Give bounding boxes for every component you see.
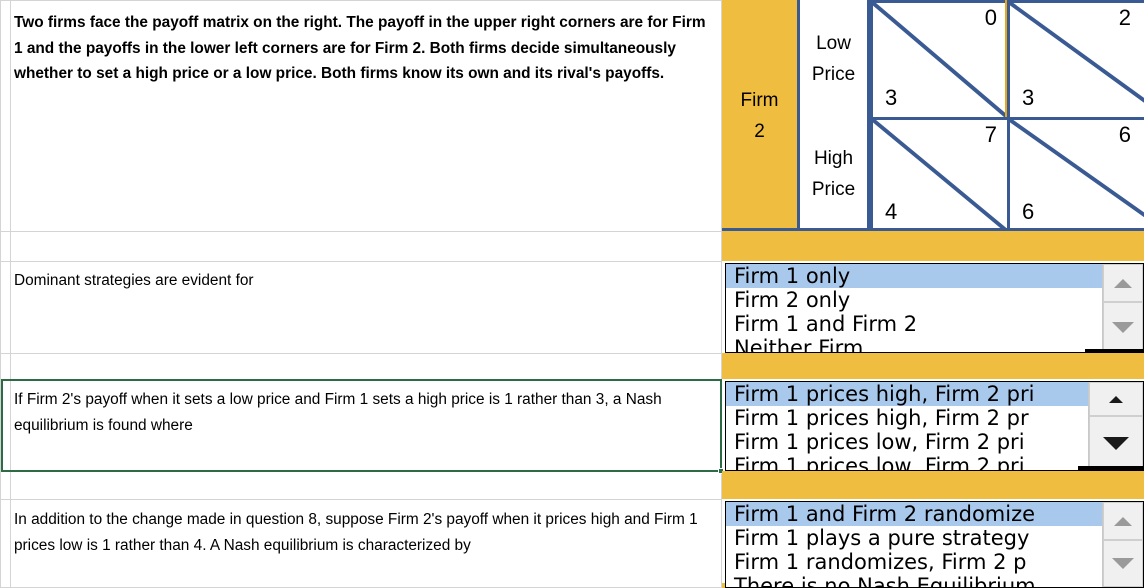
list-item[interactable]: Firm 1 prices low, Firm 2 pri (726, 430, 1088, 454)
listbox-scrollbar[interactable] (1088, 382, 1143, 470)
chevron-down-icon (1112, 558, 1134, 569)
list-item[interactable]: Firm 1 and Firm 2 randomize (726, 502, 1102, 526)
matrix-cell-high-low: 7 4 (870, 117, 1007, 231)
gridline (0, 0, 722, 1)
matrix-row-player-label-line2: 2 (754, 120, 765, 142)
chevron-up-icon (1114, 278, 1132, 288)
matrix-payoff-firm1-high-high: 6 (1118, 122, 1131, 147)
matrix-payoff-firm1-high-low: 7 (984, 122, 997, 147)
list-item[interactable]: Firm 2 only (726, 288, 1102, 312)
matrix-row-label-high-price: High Price (800, 117, 870, 231)
gridline (0, 231, 722, 232)
orange-spacer-band (722, 231, 1144, 261)
chevron-up-icon (1114, 516, 1132, 526)
question-nash-mixed-text: In addition to the change made in questi… (14, 511, 698, 554)
gridline (0, 499, 722, 500)
list-item[interactable]: Firm 1 prices high, Firm 2 pr (726, 406, 1088, 430)
chevron-up-icon (1109, 395, 1123, 403)
list-item[interactable]: There is no Nash Equilibrium (726, 574, 1102, 587)
list-item[interactable]: Neither Firm (726, 336, 1102, 352)
list-item[interactable]: Firm 1 plays a pure strategy (726, 526, 1102, 550)
question-dominant-strategies-text: Dominant strategies are evident for (14, 272, 254, 289)
matrix-payoff-firm2-low-low: 3 (885, 85, 898, 110)
listbox-scrollbar[interactable] (1102, 264, 1143, 352)
chevron-down-icon (1103, 436, 1129, 450)
matrix-payoff-firm1-low-high: 2 (1118, 5, 1131, 30)
spreadsheet-quiz-page: Two firms face the payoff matrix on the … (0, 0, 1144, 588)
list-item[interactable]: Firm 1 prices low, Firm 2 pri (726, 454, 1088, 470)
list-item[interactable]: Firm 1 prices high, Firm 2 pri (726, 382, 1088, 406)
payoff-matrix: Firm 2 Low Price High Price Low Price Hi… (722, 0, 1144, 231)
nash-equilibrium-listbox[interactable]: Firm 1 prices high, Firm 2 pri Firm 1 pr… (725, 381, 1144, 471)
scroll-down-button[interactable] (1103, 540, 1143, 587)
gridline (0, 0, 1, 588)
list-item[interactable]: Firm 1 and Firm 2 (726, 312, 1102, 336)
scroll-down-button[interactable] (1103, 302, 1143, 352)
matrix-row-label-low-price-line2: Price (811, 63, 856, 85)
orange-spacer-band (722, 471, 1144, 499)
scroll-up-button[interactable] (1103, 264, 1143, 302)
gridline (0, 379, 722, 380)
matrix-row-label-low-price-line1: Low (816, 32, 851, 54)
listbox-shadow (1078, 466, 1144, 470)
matrix-row-label-low-price: Low Price (800, 0, 870, 117)
matrix-gold-divider (1005, 0, 1007, 117)
dominant-strategies-listbox[interactable]: Firm 1 only Firm 2 only Firm 1 and Firm … (725, 263, 1144, 353)
matrix-row-label-high-price-line1: High (813, 148, 854, 169)
list-item[interactable]: Firm 1 only (726, 264, 1102, 288)
scroll-up-button[interactable] (1103, 502, 1143, 540)
listbox-shadow (1085, 349, 1144, 353)
orange-spacer-band (722, 353, 1144, 379)
matrix-row-player-label: Firm 2 (722, 0, 800, 231)
listbox-items[interactable]: Firm 1 only Firm 2 only Firm 1 and Firm … (726, 264, 1102, 352)
matrix-payoff-firm1-low-low: 0 (984, 5, 997, 30)
listbox-scrollbar[interactable] (1102, 502, 1143, 587)
chevron-down-icon (1112, 321, 1134, 333)
gridline (0, 261, 722, 262)
question-nash-low-price-text: If Firm 2's payoff when it sets a low pr… (14, 391, 662, 434)
matrix-cell-high-high: 6 6 (1007, 117, 1144, 231)
matrix-payoff-firm2-high-low: 4 (885, 199, 898, 224)
matrix-payoff-firm2-high-high: 6 (1022, 199, 1035, 224)
question-intro-text: Two firms face the payoff matrix on the … (14, 14, 706, 82)
listbox-items[interactable]: Firm 1 and Firm 2 randomize Firm 1 plays… (726, 502, 1102, 587)
gridline (0, 353, 722, 354)
listbox-items[interactable]: Firm 1 prices high, Firm 2 pri Firm 1 pr… (726, 382, 1088, 470)
matrix-cell-low-low: 0 3 (870, 0, 1007, 117)
matrix-row-label-high-price-line2: Price (811, 179, 856, 200)
gridline (0, 471, 722, 472)
mixed-strategy-listbox[interactable]: Firm 1 and Firm 2 randomize Firm 1 plays… (725, 501, 1144, 588)
matrix-cell-low-high: 2 3 (1007, 0, 1144, 117)
scroll-down-button[interactable] (1089, 416, 1143, 470)
matrix-payoff-firm2-low-high: 3 (1022, 85, 1035, 110)
list-item[interactable]: Firm 1 randomizes, Firm 2 p (726, 550, 1102, 574)
scroll-up-button[interactable] (1089, 382, 1143, 416)
matrix-row-player-label-line1: Firm (740, 89, 779, 111)
